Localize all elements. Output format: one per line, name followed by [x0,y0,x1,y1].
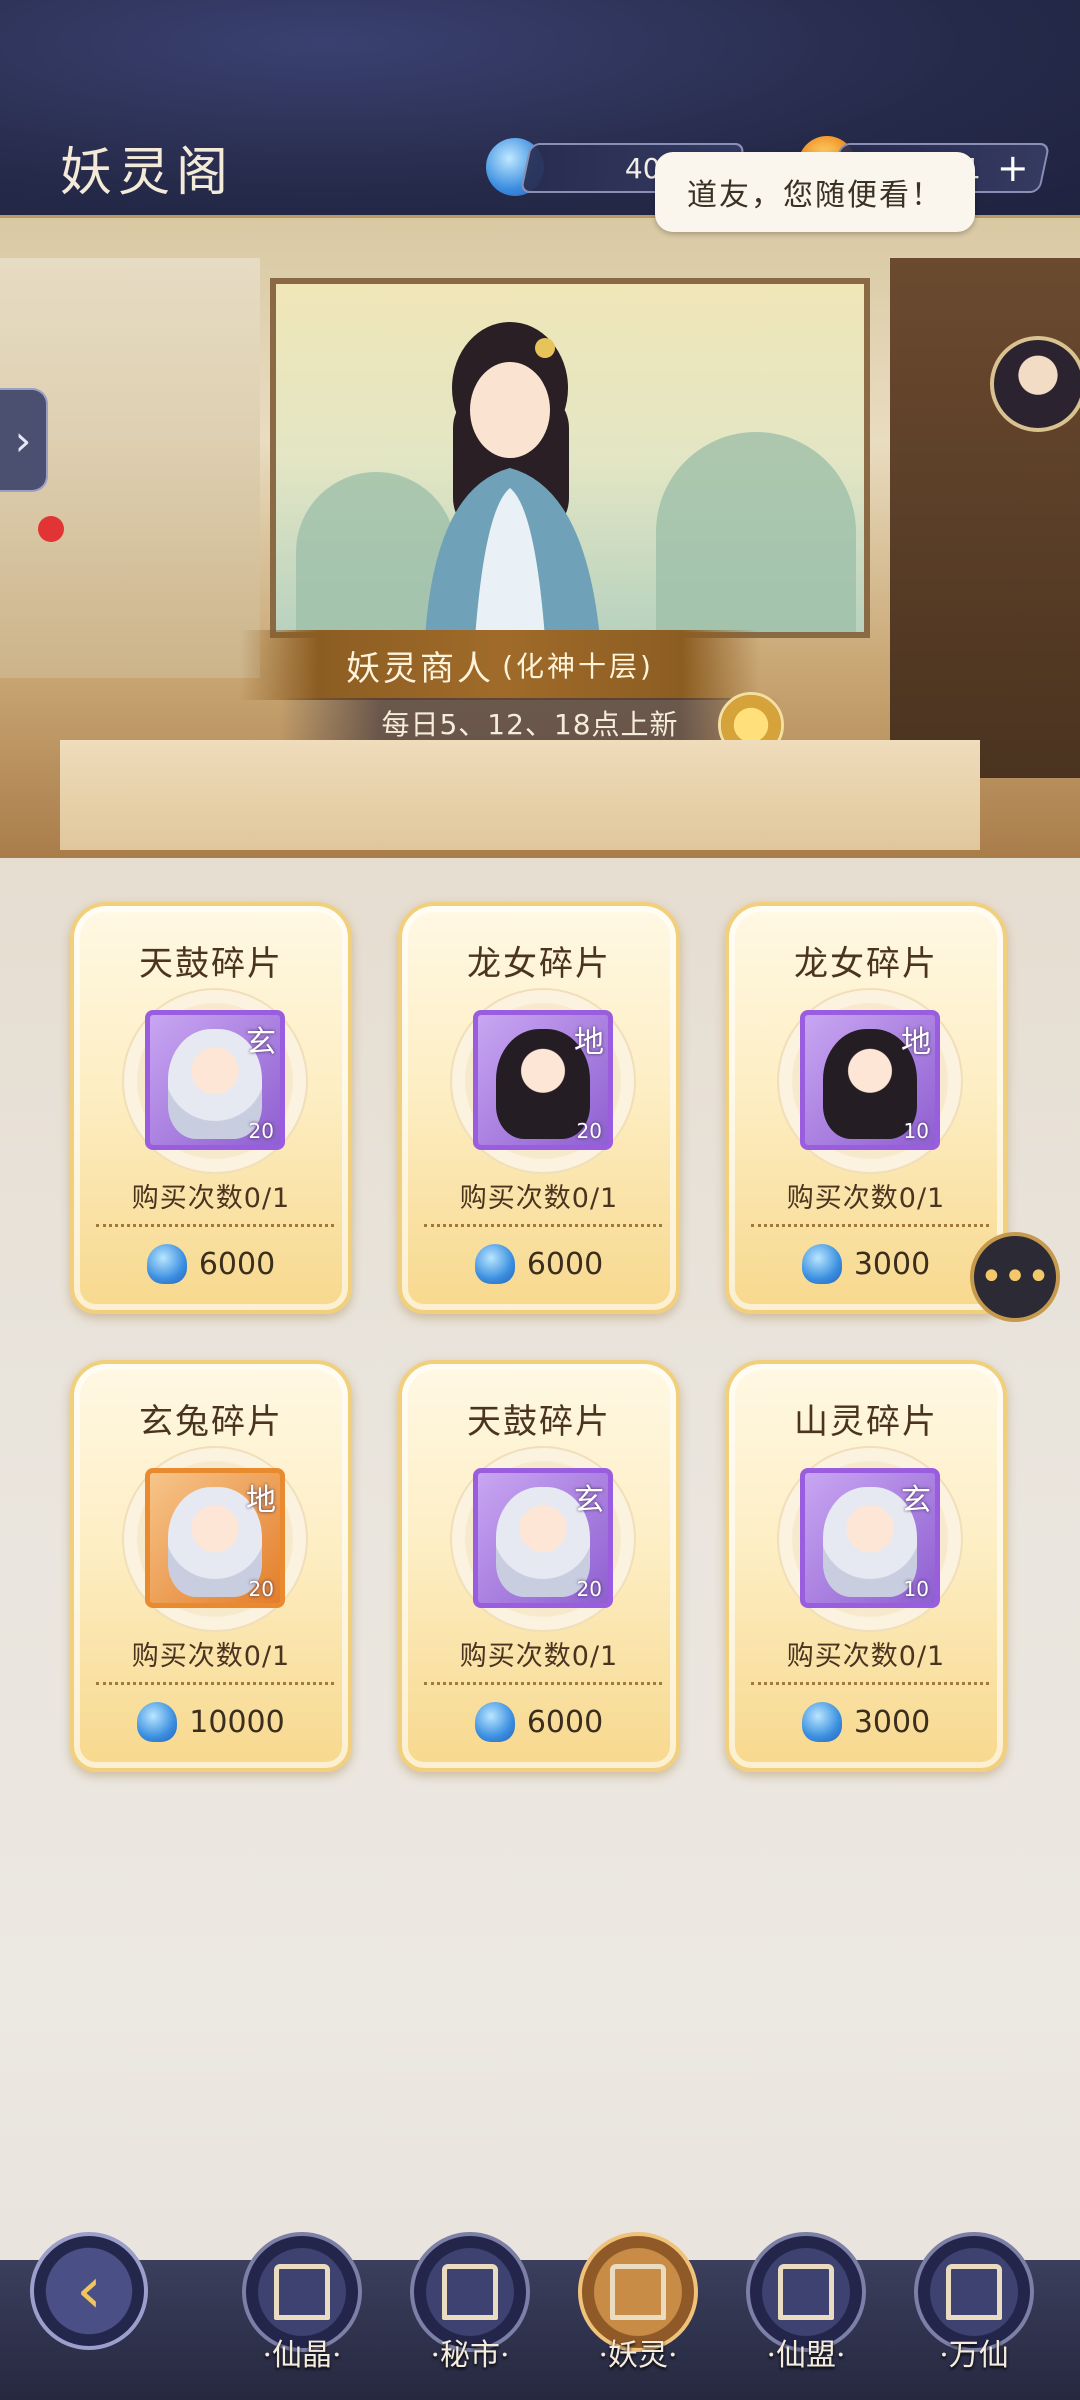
spirit-currency-icon [137,1702,178,1742]
add-currency-button[interactable]: + [995,146,1031,190]
item-card[interactable]: 龙女碎片地 20 购买次数0/1 6000 [398,902,680,1314]
merchant-rank: (化神十层) [502,650,654,683]
item-grade: 玄 [246,1025,276,1060]
item-name: 天鼓碎片 [467,1402,611,1442]
nav-emblem-icon [274,2264,330,2320]
nav-label: ·秘市· [430,2338,510,2373]
item-card[interactable]: 龙女碎片地 10 购买次数0/1 3000 [725,902,1007,1314]
nav-label: ·仙盟· [766,2338,846,2373]
price-value: 10000 [189,1704,285,1740]
price-value: 6000 [526,1704,604,1740]
item-name: 龙女碎片 [794,944,938,984]
item-card[interactable]: 玄兔碎片地 20 购买次数0/1 10000 [70,1360,352,1772]
item-portrait-frame: 地 10 [800,1010,940,1150]
nav-emblem-icon [610,2264,666,2320]
price-value: 6000 [526,1246,604,1282]
spirit-currency-icon [801,1244,842,1284]
page-title: 妖灵阁 [60,143,235,203]
shop-screen: 妖灵阁 40725 11131 + 道友，您随便看！ › 妖灵商人 [0,0,1080,2400]
spirit-currency-icon [474,1244,515,1284]
item-name: 天鼓碎片 [139,944,283,984]
chat-button[interactable]: ••• [970,1232,1060,1322]
item-count: 10 [903,1577,929,1601]
card-divider [424,1224,662,1227]
merchant-illustration [425,322,600,638]
right-shelf [890,258,1080,778]
merchant-speech-bubble: 道友，您随便看！ [655,152,975,232]
item-grade: 地 [246,1483,276,1518]
notification-dot [38,516,64,542]
purchase-limit: 购买次数0/1 [459,1641,619,1672]
card-divider [96,1682,334,1685]
item-price: 3000 [729,1244,1003,1284]
item-price: 3000 [729,1702,1003,1742]
item-price: 6000 [402,1702,676,1742]
nav-emblem-icon [442,2264,498,2320]
player-avatar[interactable] [990,336,1080,432]
card-divider [96,1224,334,1227]
spirit-currency-icon [474,1702,515,1742]
merchant-name: 妖灵商人 [346,648,495,689]
nav-emblem-icon [778,2264,834,2320]
spirit-currency-icon [801,1702,842,1742]
item-grade: 地 [901,1025,931,1060]
merchant-nameplate: 妖灵商人 (化神十层) [240,630,760,700]
card-divider [751,1224,989,1227]
item-count: 20 [576,1119,602,1143]
item-price: 6000 [402,1244,676,1284]
item-price: 10000 [74,1702,348,1742]
nav-label: ·妖灵· [598,2338,678,2373]
price-value: 3000 [853,1704,931,1740]
purchase-limit: 购买次数0/1 [131,1641,291,1672]
item-name: 山灵碎片 [794,1402,938,1442]
purchase-limit: 购买次数0/1 [459,1183,619,1214]
item-portrait-frame: 玄 10 [800,1468,940,1608]
back-button[interactable]: ‹ [30,2232,148,2350]
item-portrait-frame: 地 20 [473,1010,613,1150]
item-count: 10 [903,1119,929,1143]
item-portrait-frame: 地 20 [145,1468,285,1608]
nav-label: ·万仙 [939,2338,1009,2373]
item-portrait-frame: 玄 20 [145,1010,285,1150]
price-value: 3000 [853,1246,931,1282]
price-value: 6000 [198,1246,276,1282]
purchase-limit: 购买次数0/1 [786,1641,946,1672]
item-card[interactable]: 天鼓碎片玄 20 购买次数0/1 6000 [398,1360,680,1772]
item-card[interactable]: 天鼓碎片玄 20 购买次数0/1 6000 [70,902,352,1314]
card-divider [424,1682,662,1685]
item-grade: 玄 [901,1483,931,1518]
item-price: 6000 [74,1244,348,1284]
item-card[interactable]: 山灵碎片玄 10 购买次数0/1 3000 [725,1360,1007,1772]
item-count: 20 [248,1577,274,1601]
item-count: 20 [576,1577,602,1601]
spirit-currency-icon [146,1244,187,1284]
chat-bubble-icon: ••• [979,1254,1051,1300]
item-grade: 地 [574,1025,604,1060]
item-name: 龙女碎片 [467,944,611,984]
purchase-limit: 购买次数0/1 [131,1183,291,1214]
nav-emblem-icon [946,2264,1002,2320]
purchase-limit: 购买次数0/1 [786,1183,946,1214]
item-portrait-frame: 玄 20 [473,1468,613,1608]
item-count: 20 [248,1119,274,1143]
back-arrow-icon: ‹ [76,2254,102,2328]
item-grade: 玄 [574,1483,604,1518]
card-divider [751,1682,989,1685]
item-name: 玄兔碎片 [139,1402,283,1442]
shop-counter [60,740,980,850]
side-drawer-toggle[interactable]: › [0,388,48,492]
nav-label: ·仙晶· [262,2338,342,2373]
